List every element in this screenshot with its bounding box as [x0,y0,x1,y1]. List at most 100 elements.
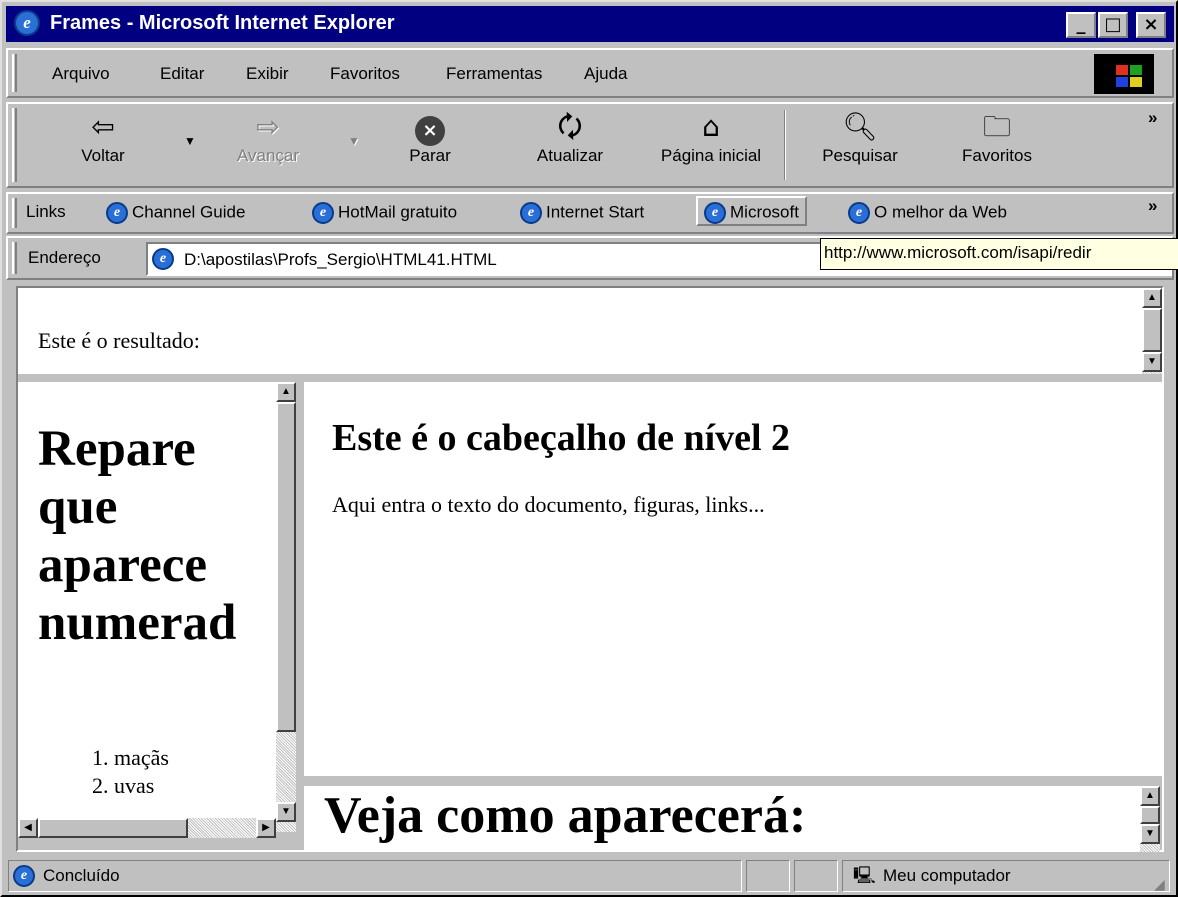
ie-page-icon: e [312,202,334,224]
scroll-right-icon[interactable]: ▶ [256,818,276,838]
main-heading: Este é o cabeçalho de nível 2 [332,417,791,459]
menu-ferramentas[interactable]: Ferramentas [446,64,542,84]
search-globe-icon: 🔍︎ [842,110,878,143]
link-channel-guide[interactable]: e Channel Guide [106,202,245,232]
bottom-frame-scrollbar[interactable]: ▲ ▼ [1140,786,1160,852]
stop-label: Parar [409,146,451,165]
links-label: Links [26,202,66,221]
link-o-melhor-da-web[interactable]: eO melhor da Web [848,202,1007,232]
scroll-thumb[interactable] [276,402,296,732]
minimize-button[interactable]: _ [1066,12,1096,38]
toolbar-more-icon[interactable]: » [1148,108,1157,128]
link-microsoft[interactable]: e Microsoft [696,196,807,226]
ie-page-icon: e [106,202,128,224]
toolbar-separator [784,110,786,180]
maximize-button[interactable]: □ [1098,12,1128,38]
scroll-down-icon[interactable]: ▼ [276,802,296,822]
fruit-list: maçãs uvas [18,744,169,800]
toolbar-grip[interactable] [12,108,17,182]
favorites-button[interactable]: 🗀 Favoritos [942,104,1052,190]
scroll-up-icon[interactable]: ▲ [1142,288,1162,308]
ie-page-icon: e [152,248,174,270]
scroll-down-icon[interactable]: ▼ [1140,824,1160,844]
main-paragraph: Aqui entra o texto do documento, figuras… [332,492,765,517]
home-button[interactable]: ⌂ Página inicial [644,104,778,190]
stop-button[interactable]: × Parar [388,104,472,190]
heading-line: Repare [38,421,196,477]
bottom-heading: Veja como aparecerá: [324,787,807,844]
link-internet-start[interactable]: e Internet Start [520,202,644,232]
menubar-grip[interactable] [12,54,17,92]
page-content: Este é o resultado: ▲ ▼ Repare que apare… [16,286,1164,852]
stop-icon: × [415,116,445,146]
computer-icon: 🖳 [853,866,876,885]
links-more-icon[interactable]: » [1148,196,1157,216]
scroll-up-icon[interactable]: ▲ [1140,786,1160,806]
menu-favoritos[interactable]: Favoritos [330,64,400,84]
ie-page-icon: e [520,202,542,224]
favorites-folder-icon: 🗀 [982,110,1011,143]
search-label: Pesquisar [822,146,898,165]
ie-page-icon: e [848,202,870,224]
forward-arrow-icon: ⇨ [256,110,280,143]
left-frame-vscrollbar[interactable]: ▲ ▼ [276,382,296,832]
back-button[interactable]: ⇦ Voltar [58,104,148,190]
scroll-down-icon[interactable]: ▼ [1142,352,1162,372]
address-value: D:\apostilas\Profs_Sergio\HTML41.HTML [184,250,497,269]
status-panel-empty [794,860,838,892]
ie-page-icon: e [13,865,35,887]
status-zone: Meu computador [883,866,1011,885]
scroll-thumb[interactable] [1140,806,1160,824]
top-frame-text: Este é o resultado: [38,328,200,353]
refresh-page-icon: 🗘 [557,110,583,143]
list-item: maçãs [114,744,169,772]
scroll-left-icon[interactable]: ◀ [18,818,38,838]
standard-toolbar: ⇦ Voltar ▼ ⇨ Avançar ▼ × Parar 🗘 Atualiz… [6,102,1174,188]
status-panel-empty [746,860,790,892]
top-frame-scrollbar[interactable]: ▲ ▼ [1142,288,1162,374]
search-button[interactable]: 🔍︎ Pesquisar [800,104,920,190]
list-item: uvas [114,772,169,800]
close-button[interactable]: × [1136,12,1166,38]
forward-dropdown-icon[interactable]: ▼ [348,134,360,148]
heading-line: numerad [38,595,237,651]
windows-logo-icon [1094,54,1154,94]
links-bar: Links e Channel Guide e HotMail gratuito e… [6,192,1174,234]
refresh-button[interactable]: 🗘 Atualizar [522,104,618,190]
menu-arquivo[interactable]: Arquivo [52,64,110,84]
resize-grip-icon[interactable]: ◢ [1154,876,1165,893]
link-hotmail[interactable]: e HotMail gratuito [312,202,457,232]
address-label: Endereço [28,248,101,267]
refresh-label: Atualizar [536,146,604,165]
forward-label: Avançar [236,146,300,165]
link-tooltip: http://www.microsoft.com/isapi/redir [820,238,1178,270]
menu-exibir[interactable]: Exibir [246,64,289,84]
heading-line: que [38,479,118,535]
window-title: Frames - Microsoft Internet Explorer [50,12,395,34]
forward-button[interactable]: ⇨ Avançar [218,104,318,190]
favorites-label: Favoritos [962,146,1032,165]
addressbar-grip[interactable] [12,242,17,274]
home-label: Página inicial [660,146,762,165]
scroll-up-icon[interactable]: ▲ [276,382,296,402]
back-dropdown-icon[interactable]: ▼ [184,134,196,148]
scroll-thumb[interactable] [1142,308,1162,352]
browser-window: e Frames - Microsoft Internet Explorer _… [0,0,1178,897]
bottom-frame: Veja como aparecerá: [304,786,1140,852]
status-text: Concluído [43,866,120,885]
heading-line: aparece [38,537,207,593]
status-text-panel: e Concluído [8,860,742,892]
ie-page-icon: e [704,202,726,224]
scroll-thumb[interactable] [38,818,188,838]
home-icon: ⌂ [702,110,720,143]
linksbar-grip[interactable] [12,198,17,228]
status-bar: e Concluído 🖳 Meu computador ◢ [6,858,1174,895]
left-frame-hscrollbar[interactable]: ◀ ▶ [18,818,276,838]
top-frame: Este é o resultado: [18,288,1142,374]
title-bar[interactable]: e Frames - Microsoft Internet Explorer _… [6,6,1174,42]
back-label: Voltar [81,146,125,165]
menu-editar[interactable]: Editar [160,64,204,84]
menu-ajuda[interactable]: Ajuda [584,64,627,84]
top-frame-clipped-line [38,360,738,374]
ie-logo-icon: e [14,10,40,36]
